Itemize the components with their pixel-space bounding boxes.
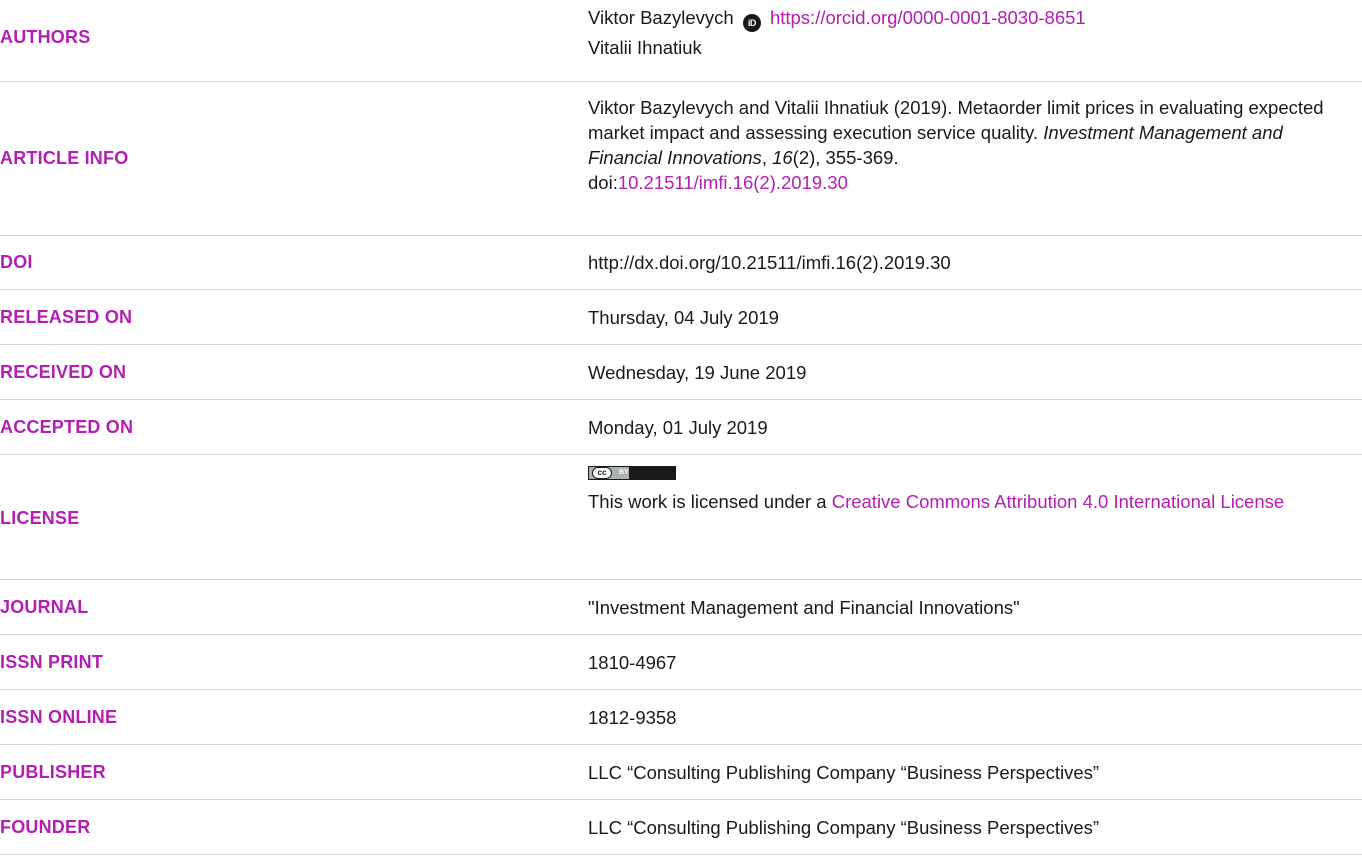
row-doi: DOI http://dx.doi.org/10.21511/imfi.16(2… [0,236,1362,290]
row-publisher: PUBLISHER LLC “Consulting Publishing Com… [0,745,1362,800]
license-link[interactable]: Creative Commons Attribution 4.0 Interna… [832,491,1284,512]
citation-issue-pages: (2), 355-369. [792,147,899,168]
author-2-name: Vitalii Ihnatiuk [588,37,702,58]
row-issn-print: ISSN PRINT 1810-4967 [0,635,1362,690]
founder-label: FOUNDER [0,817,91,837]
license-label: LICENSE [0,508,80,528]
row-received-on: RECEIVED ON Wednesday, 19 June 2019 [0,345,1362,400]
citation-doi-prefix: doi: [588,172,618,193]
row-accepted-on: ACCEPTED ON Monday, 01 July 2019 [0,400,1362,455]
article-info-label: ARTICLE INFO [0,148,129,168]
row-authors: AUTHORS Viktor Bazylevych iD https://orc… [0,0,1362,82]
issn-print-value: 1810-4967 [588,652,677,673]
orcid-icon[interactable]: iD [742,14,761,32]
author-line-2: Vitalii Ihnatiuk [588,35,1333,60]
row-issn-online: ISSN ONLINE 1812-9358 [0,690,1362,745]
by-icon: BY [619,469,629,476]
journal-label: JOURNAL [0,597,89,617]
article-info-value: Viktor Bazylevych and Vitalii Ihnatiuk (… [588,95,1333,195]
row-founder: FOUNDER LLC “Consulting Publishing Compa… [0,800,1362,855]
row-journal: JOURNAL "Investment Management and Finan… [0,580,1362,635]
license-text: This work is licensed under a Creative C… [588,489,1333,514]
citation-volume: 16 [772,147,793,168]
citation-sep: , [761,147,773,168]
authors-value: Viktor Bazylevych iD https://orcid.org/0… [588,5,1333,60]
released-on-label: RELEASED ON [0,307,133,327]
received-on-label: RECEIVED ON [0,362,127,382]
row-license: LICENSE cc BY This work is licensed unde… [0,455,1362,580]
row-article-info: ARTICLE INFO Viktor Bazylevych and Vital… [0,82,1362,236]
issn-online-label: ISSN ONLINE [0,707,118,727]
publisher-value: LLC “Consulting Publishing Company “Busi… [588,762,1100,783]
article-metadata-sheet: AUTHORS Viktor Bazylevych iD https://orc… [0,0,1362,862]
received-on-value: Wednesday, 19 June 2019 [588,362,807,383]
author-line-1: Viktor Bazylevych iD https://orcid.org/0… [588,5,1333,32]
cc-by-badge[interactable]: cc BY [588,466,676,480]
license-text-prefix: This work is licensed under a [588,491,832,512]
license-value: cc BY This work is licensed under a Crea… [588,466,1333,514]
cc-icon: cc [592,467,612,479]
author-1-name: Viktor Bazylevych [588,7,734,28]
authors-label: AUTHORS [0,27,91,47]
released-on-value: Thursday, 04 July 2019 [588,307,779,328]
accepted-on-label: ACCEPTED ON [0,417,134,437]
orcid-link[interactable]: https://orcid.org/0000-0001-8030-8651 [770,7,1086,28]
issn-print-label: ISSN PRINT [0,652,104,672]
issn-online-value: 1812-9358 [588,707,677,728]
citation-doi-link[interactable]: 10.21511/imfi.16(2).2019.30 [618,172,848,193]
founder-value: LLC “Consulting Publishing Company “Busi… [588,817,1100,838]
accepted-on-value: Monday, 01 July 2019 [588,417,768,438]
row-released-on: RELEASED ON Thursday, 04 July 2019 [0,290,1362,345]
doi-label: DOI [0,252,33,272]
doi-value: http://dx.doi.org/10.21511/imfi.16(2).20… [588,252,951,273]
publisher-label: PUBLISHER [0,762,106,782]
journal-value: "Investment Management and Financial Inn… [588,597,1020,618]
